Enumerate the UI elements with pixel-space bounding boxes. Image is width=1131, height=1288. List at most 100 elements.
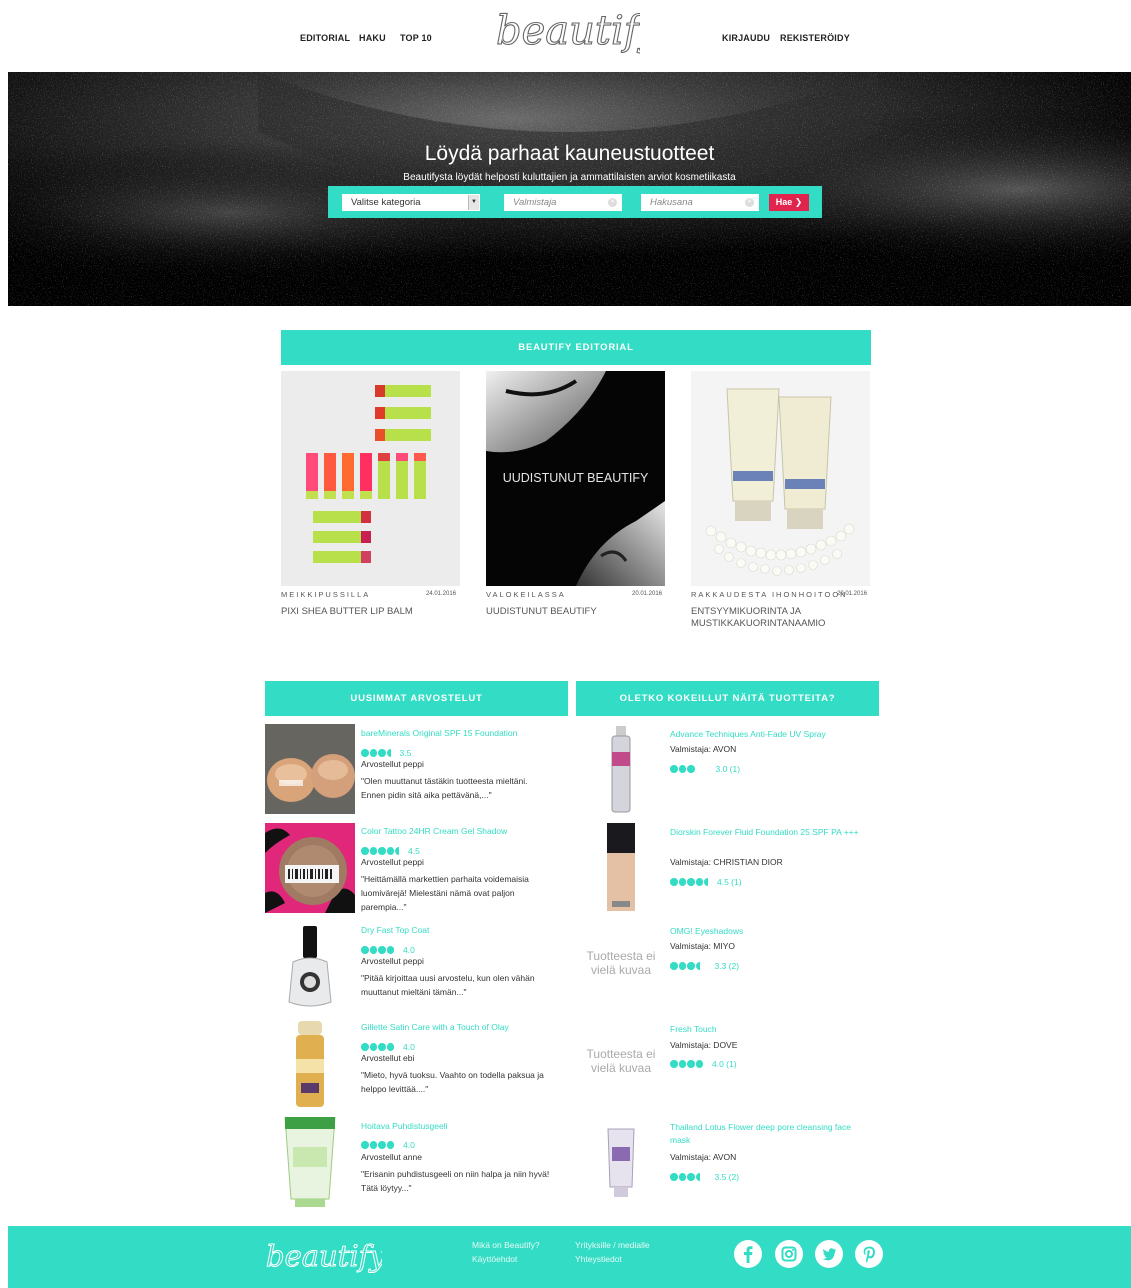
product-rating: 3.5 (2) bbox=[670, 1168, 739, 1182]
review-rating: 4.0 bbox=[361, 1136, 415, 1150]
svg-text:UUDISTUNUT BEAUTIFY: UUDISTUNUT BEAUTIFY bbox=[503, 471, 649, 485]
product-thumbnail[interactable] bbox=[576, 724, 666, 814]
product-maker: Valmistaja: AVON bbox=[670, 744, 737, 754]
skincare-photo bbox=[691, 371, 870, 586]
foundation-jars-photo bbox=[265, 724, 355, 814]
product-name[interactable]: Fresh Touch bbox=[670, 1023, 870, 1036]
review-author: Arvostellut ebi bbox=[361, 1053, 415, 1063]
product-thumbnail[interactable] bbox=[576, 823, 666, 913]
editorial-category[interactable]: MEIKKIPUSSILLA bbox=[281, 590, 370, 599]
nav-rekisteroidy[interactable]: REKISTERÖIDY bbox=[780, 33, 850, 43]
search-button[interactable]: Hae ❯ bbox=[769, 194, 809, 211]
product-name[interactable]: OMG! Eyeshadows bbox=[670, 925, 870, 938]
review-quote: "Pitää kirjoittaa uusi arvostelu, kun ol… bbox=[361, 973, 535, 997]
eyeshadow-pot-photo bbox=[265, 823, 355, 913]
search-button-label: Hae bbox=[775, 197, 793, 207]
nav-top10[interactable]: TOP 10 bbox=[400, 33, 432, 43]
review-rating: 4.0 bbox=[361, 1038, 415, 1052]
review-rating: 4.5 bbox=[361, 842, 420, 856]
twitter-icon[interactable] bbox=[815, 1240, 843, 1268]
beautify-logo[interactable]: beautify bbox=[492, 6, 663, 70]
review-rating: 4.0 bbox=[361, 941, 415, 955]
svg-text:beautify: beautify bbox=[266, 1239, 382, 1273]
site-footer: beautify Mikä on Beautify? Käyttöehdot Y… bbox=[8, 1226, 1131, 1288]
product-thumbnail[interactable] bbox=[576, 1117, 666, 1207]
review-thumbnail[interactable] bbox=[265, 823, 355, 913]
review-quote: "Mieto, hyvä tuoksu. Vaahto on todella p… bbox=[361, 1070, 544, 1094]
review-product-name[interactable]: Gillette Satin Care with a Touch of Olay bbox=[361, 1022, 509, 1032]
product-rating: 3.3 (2) bbox=[670, 957, 739, 971]
review-quote: "Olen muuttanut tästäkin tuotteesta miel… bbox=[361, 776, 528, 800]
instagram-icon[interactable] bbox=[775, 1240, 803, 1268]
chevron-down-icon[interactable]: ▼ bbox=[468, 195, 479, 210]
clear-icon[interactable]: ✕ bbox=[745, 198, 754, 207]
footer-link-terms[interactable]: Käyttöehdot bbox=[472, 1254, 517, 1264]
review-product-name[interactable]: Dry Fast Top Coat bbox=[361, 925, 429, 935]
editorial-heading: BEAUTIFY EDITORIAL bbox=[281, 330, 871, 365]
face-mask-tube-photo bbox=[576, 1117, 666, 1207]
editorial-image-new-beautify[interactable]: UUDISTUNUT BEAUTIFY bbox=[486, 371, 665, 586]
editorial-date: 24.01.2016 bbox=[426, 591, 457, 597]
product-rating: 4.0 (1) bbox=[670, 1055, 737, 1069]
review-author: Arvostellut anne bbox=[361, 1152, 422, 1162]
product-maker: Valmistaja: MIYO bbox=[670, 941, 736, 951]
editorial-image-skincare[interactable] bbox=[691, 371, 870, 586]
review-author: Arvostellut peppi bbox=[361, 857, 424, 867]
search-bar: Valitse kategoria ▼ Valmistaja ✕ Hakusan… bbox=[328, 186, 822, 218]
cleansing-gel-tube-photo bbox=[265, 1117, 355, 1207]
no-image-placeholder: Tuotteesta ei vielä kuvaa bbox=[586, 949, 656, 977]
category-select-value: Valitse kategoria bbox=[351, 197, 421, 208]
facebook-icon[interactable] bbox=[734, 1240, 762, 1268]
review-author: Arvostellut peppi bbox=[361, 956, 424, 966]
review-thumbnail[interactable] bbox=[265, 724, 355, 814]
keyword-input[interactable]: Hakusana ✕ bbox=[641, 194, 759, 211]
editorial-date: 20.01.2016 bbox=[837, 591, 868, 597]
review-product-name[interactable]: Color Tattoo 24HR Cream Gel Shadow bbox=[361, 826, 507, 836]
review-thumbnail[interactable] bbox=[265, 1117, 355, 1207]
editorial-title[interactable]: PIXI SHEA BUTTER LIP BALM bbox=[281, 606, 461, 618]
review-thumbnail[interactable] bbox=[265, 1019, 355, 1109]
editorial-title[interactable]: ENTSYYMIKUORINTA JA MUSTIKKAKUORINTANAAM… bbox=[691, 606, 871, 630]
clear-icon[interactable]: ✕ bbox=[608, 198, 617, 207]
new-beautify-photo: UUDISTUNUT BEAUTIFY bbox=[486, 371, 665, 586]
review-thumbnail[interactable] bbox=[265, 922, 355, 1012]
keyword-input-placeholder: Hakusana bbox=[650, 197, 693, 208]
uv-spray-bottle-photo bbox=[576, 724, 666, 814]
editorial-title[interactable]: UUDISTUNUT BEAUTIFY bbox=[486, 606, 666, 618]
nav-editorial[interactable]: EDITORIAL bbox=[300, 33, 350, 43]
product-rating: 4.5 (1) bbox=[670, 873, 742, 887]
product-maker: Valmistaja: DOVE bbox=[670, 1040, 738, 1050]
footer-logo[interactable]: beautify bbox=[264, 1234, 383, 1282]
hero-banner: Löydä parhaat kauneustuotteet Beautifyst… bbox=[8, 72, 1131, 306]
editorial-image-lip-balm[interactable] bbox=[281, 371, 460, 586]
review-author: Arvostellut peppi bbox=[361, 759, 424, 769]
editorial-category[interactable]: RAKKAUDESTA IHONHOITOON bbox=[691, 590, 848, 599]
nav-kirjaudu[interactable]: KIRJAUDU bbox=[722, 33, 770, 43]
product-name[interactable]: Thailand Lotus Flower deep pore cleansin… bbox=[670, 1121, 870, 1147]
review-quote: "Erisanin puhdistusgeeli on niin halpa j… bbox=[361, 1169, 550, 1193]
svg-text:beautify: beautify bbox=[496, 8, 640, 54]
footer-link-business[interactable]: Yrityksille / medialle bbox=[575, 1240, 650, 1250]
product-name[interactable]: Diorskin Forever Fluid Foundation 25 SPF… bbox=[670, 826, 870, 839]
nav-haku[interactable]: HAKU bbox=[359, 33, 386, 43]
maker-input-placeholder: Valmistaja bbox=[513, 197, 557, 208]
no-image-placeholder: Tuotteesta ei vielä kuvaa bbox=[586, 1047, 656, 1075]
foundation-bottle-photo bbox=[576, 823, 666, 913]
category-select[interactable]: Valitse kategoria ▼ bbox=[342, 194, 480, 211]
lip-balm-photo bbox=[281, 371, 460, 586]
review-product-name[interactable]: bareMinerals Original SPF 15 Foundation bbox=[361, 728, 517, 738]
logo-script: beautify bbox=[495, 7, 663, 54]
hero-title: Löydä parhaat kauneustuotteet bbox=[424, 142, 715, 165]
footer-link-about[interactable]: Mikä on Beautify? bbox=[472, 1240, 540, 1250]
product-name[interactable]: Advance Techniques Anti-Fade UV Spray bbox=[670, 728, 870, 741]
latest-reviews-heading: UUSIMMAT ARVOSTELUT bbox=[265, 681, 568, 716]
product-maker: Valmistaja: CHRISTIAN DIOR bbox=[670, 857, 783, 867]
footer-link-contact[interactable]: Yhteystiedot bbox=[575, 1254, 622, 1264]
editorial-category[interactable]: VALOKEILASSA bbox=[486, 590, 566, 599]
hero-subtitle: Beautifysta löydät helposti kuluttajien … bbox=[403, 172, 736, 183]
pinterest-icon[interactable] bbox=[855, 1240, 883, 1268]
review-product-name[interactable]: Hoitava Puhdistusgeeli bbox=[361, 1121, 447, 1131]
maker-input[interactable]: Valmistaja ✕ bbox=[504, 194, 622, 211]
product-rating: 3.0 (1) bbox=[670, 760, 740, 774]
try-products-heading: OLETKO KOKEILLUT NÄITÄ TUOTTEITA? bbox=[576, 681, 879, 716]
